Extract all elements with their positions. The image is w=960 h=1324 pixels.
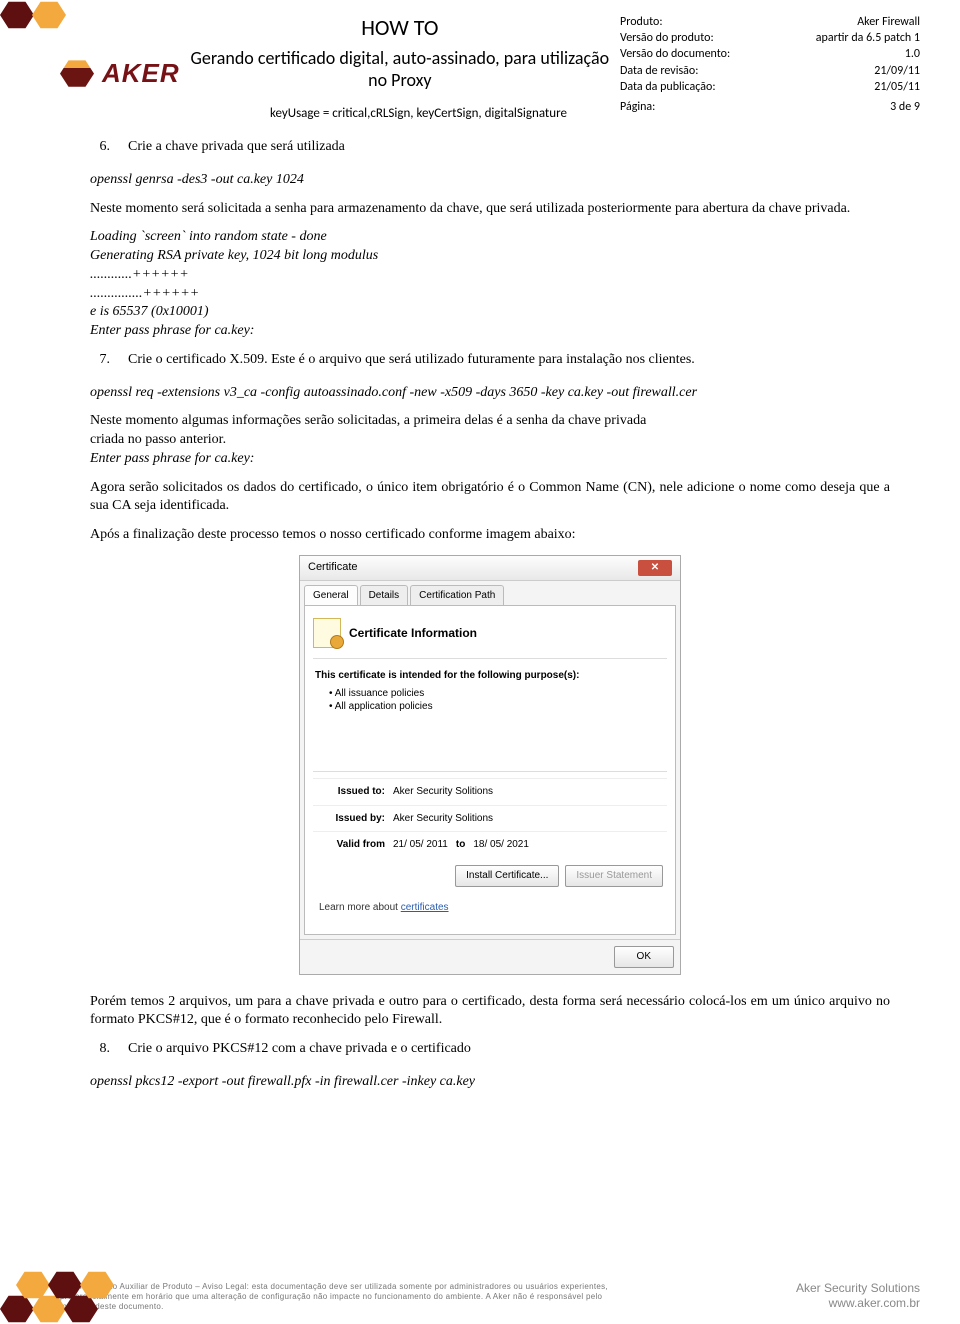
command-line: openssl pkcs12 -export -out firewall.pfx… [90,1073,890,1092]
terminal-output: Enter pass phrase for ca.key: [90,450,890,469]
step-number: 7. [90,351,110,370]
step-title: Crie o arquivo PKCS#12 com a chave priva… [128,1040,471,1059]
step-6: 6. Crie a chave privada que será utiliza… [90,138,890,157]
brand-name: AKER [102,58,180,89]
step-number: 8. [90,1040,110,1059]
meta-label: Página: [620,99,655,115]
terminal-output: Loading `screen` into random state - don… [90,228,890,247]
meta-value: 21/09/11 [874,63,920,79]
meta-value: Aker Firewall [857,14,920,30]
meta-value: 21/05/11 [874,79,920,95]
doc-meta: Produto: Aker Firewall Versão do produto:… [620,14,920,115]
learn-more-text: Learn more about [319,902,398,913]
step-8: 8. Crie o arquivo PKCS#12 com a chave pr… [90,1040,890,1059]
cert-intended-label: This certificate is intended for the fol… [315,670,579,681]
meta-value: apartir da 6.5 patch 1 [816,30,920,46]
issued-to-value: Aker Security Solitions [393,785,493,798]
paragraph: Neste momento será solicitada a senha pa… [90,200,890,219]
tab-details[interactable]: Details [360,585,409,605]
dialog-titlebar: Certificate ✕ [300,556,680,581]
dialog-title: Certificate [308,560,358,575]
cert-info-header: Certificate Information [349,625,477,641]
issued-by-value: Aker Security Solitions [393,812,493,825]
brand-logo: AKER [60,32,180,115]
learn-more: Learn more about certificates [313,895,667,926]
valid-from-label: Valid from [315,838,385,851]
meta-value: 3 de 9 [890,99,920,115]
footer-disclaimer: Documentação Auxiliar de Produto – Aviso… [60,1282,620,1312]
issued-to-label: Issued to: [315,785,385,798]
terminal-output: Generating RSA private key, 1024 bit lon… [90,247,890,266]
paragraph: Porém temos 2 arquivos, um para a chave … [90,993,890,1031]
paragraph: Agora serão solicitados os dados do cert… [90,479,890,517]
close-icon[interactable]: ✕ [638,560,672,576]
step-title: Crie a chave privada que será utilizada [128,138,345,157]
policy-item: All application policies [335,701,433,712]
certificates-link[interactable]: certificates [401,902,449,913]
terminal-output: ...............++++++ [90,285,890,304]
company-name: Aker Security Solutions [796,1281,920,1297]
paragraph: Após a finalização deste processo temos … [90,526,890,545]
command-line: openssl genrsa -des3 -out ca.key 1024 [90,171,890,190]
tab-certpath[interactable]: Certification Path [410,585,504,605]
valid-to-label: to [456,838,465,851]
keyusage-line: keyUsage = critical,cRLSign, keyCertSign… [270,106,567,121]
paragraph: criada no passo anterior. [90,431,890,450]
meta-label: Versão do documento: [620,46,730,62]
step-number: 6. [90,138,110,157]
footer-company: Aker Security Solutions www.aker.com.br [796,1281,920,1312]
dialog-tabs: General Details Certification Path [300,581,680,605]
install-certificate-button[interactable]: Install Certificate... [455,865,559,886]
cert-purpose: This certificate is intended for the fol… [313,665,667,717]
command-line: openssl req -extensions v3_ca -config au… [90,384,890,403]
tab-general[interactable]: General [304,585,358,605]
step-7: 7. Crie o certificado X.509. Este é o ar… [90,351,890,370]
paragraph: Neste momento algumas informações serão … [90,412,890,431]
certificate-icon [313,618,341,648]
terminal-output: e is 65537 (0x10001) [90,303,890,322]
valid-to-value: 18/ 05/ 2021 [473,838,529,851]
meta-value: 1.0 [905,46,920,62]
meta-label: Versão do produto: [620,30,714,46]
document-footer: Documentação Auxiliar de Produto – Aviso… [60,1281,920,1312]
terminal-output: Enter pass phrase for ca.key: [90,322,890,341]
meta-label: Produto: [620,14,663,30]
logo-hex-icon [60,59,94,89]
certificate-dialog: Certificate ✕ General Details Certificat… [299,555,681,975]
valid-from-value: 21/ 05/ 2011 [393,838,448,851]
company-url: www.aker.com.br [796,1296,920,1312]
howto-label: HOW TO [180,14,620,41]
dialog-body: Certificate Information This certificate… [304,605,676,935]
document-header: AKER HOW TO Gerando certificado digital,… [60,14,920,115]
doc-subtitle: Gerando certificado digital, auto-assina… [180,47,620,91]
policy-item: All issuance policies [335,688,425,699]
issued-by-label: Issued by: [315,812,385,825]
meta-label: Data da publicação: [620,79,716,95]
step-title: Crie o certificado X.509. Este é o arqui… [128,351,695,370]
terminal-output: ............++++++ [90,266,890,285]
meta-label: Data de revisão: [620,63,698,79]
issuer-statement-button[interactable]: Issuer Statement [565,865,663,886]
ok-button[interactable]: OK [614,946,674,967]
